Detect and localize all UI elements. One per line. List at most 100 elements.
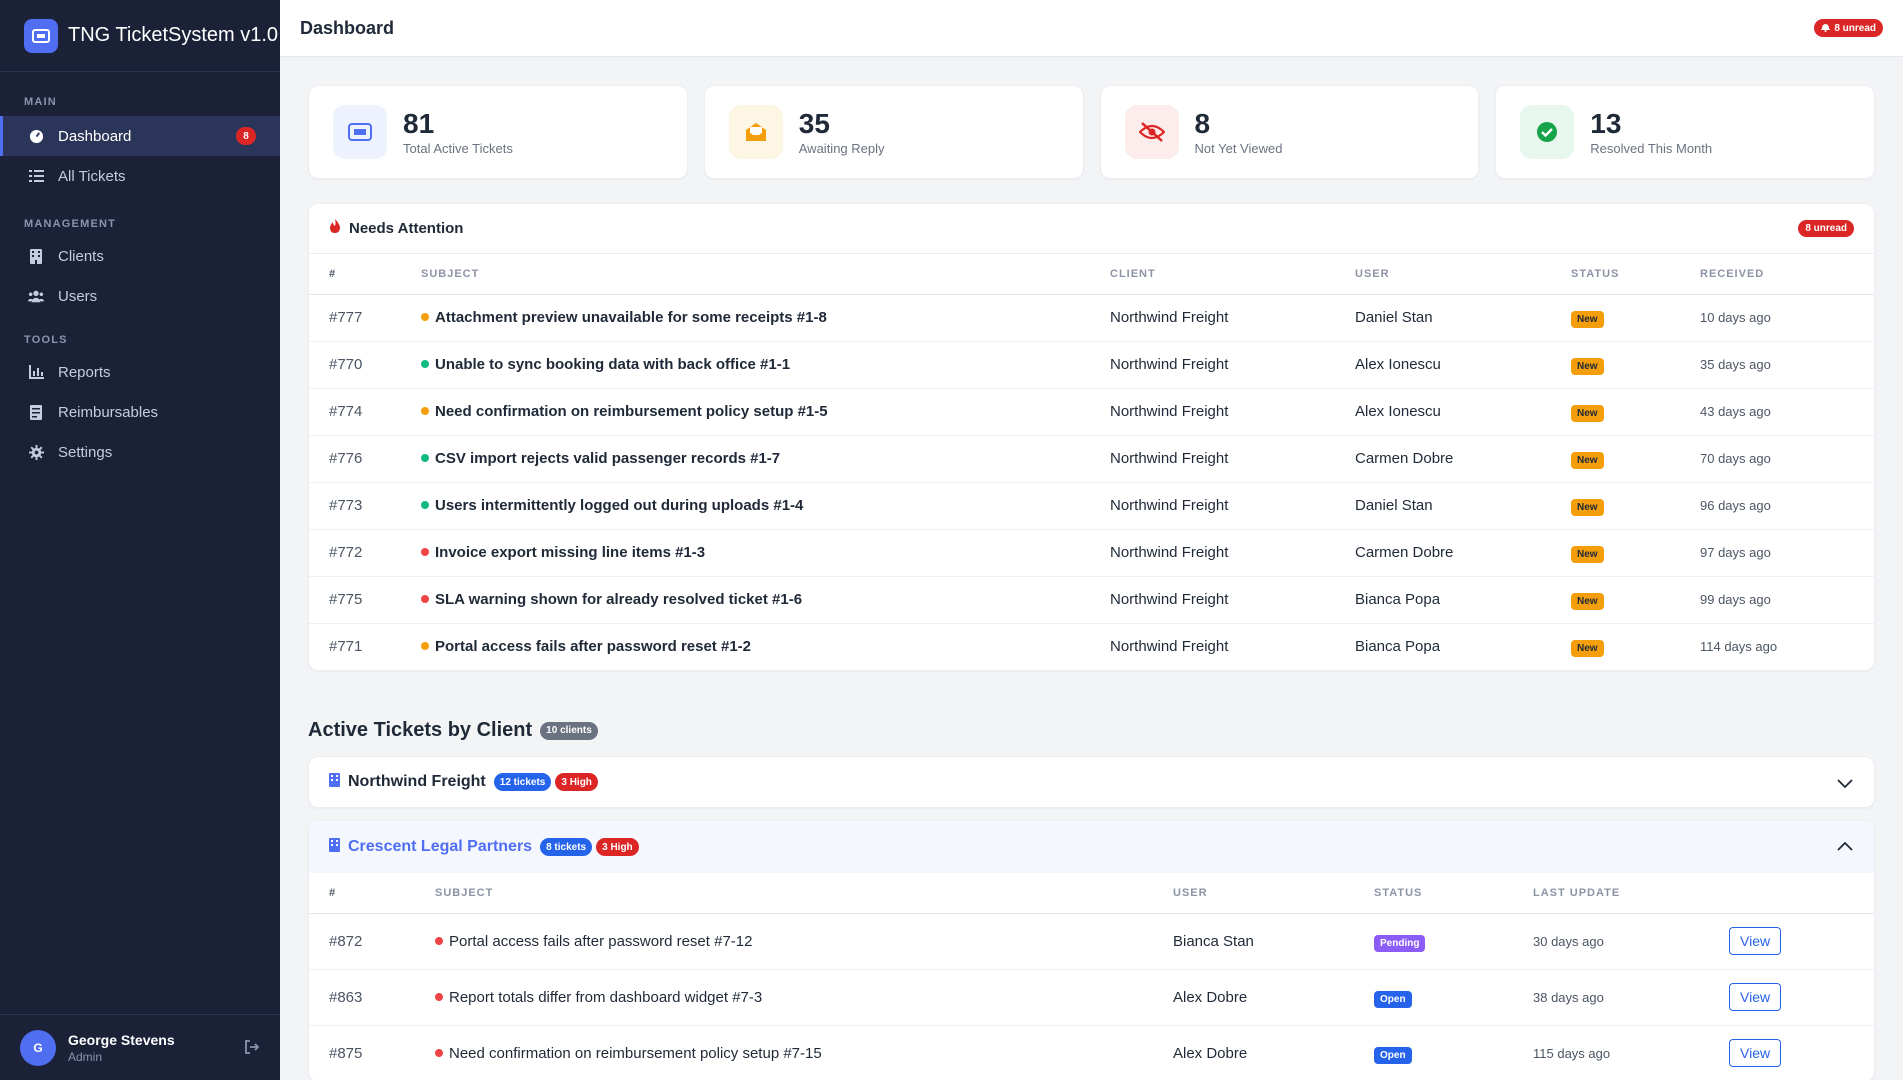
sidebar-item-all-tickets[interactable]: All Tickets [0, 156, 280, 196]
table-row[interactable]: #774 Need confirmation on reimbursement p… [309, 388, 1874, 436]
action-cell: View [1729, 969, 1874, 1026]
status-badge: Open [1374, 990, 1412, 1008]
sidebar-item-reimbursables[interactable]: Reimbursables [0, 392, 280, 432]
col-header: STATUS [1374, 873, 1533, 914]
fire-icon [329, 219, 341, 238]
table-row[interactable]: #863 Report totals differ from dashboard … [309, 969, 1874, 1026]
table-row[interactable]: #771 Portal access fails after password r… [309, 623, 1874, 670]
ticket-subject[interactable]: Users intermittently logged out during u… [421, 482, 1110, 530]
status-cell: New [1571, 294, 1700, 342]
ticket-received: 99 days ago [1700, 576, 1874, 624]
ticket-subject[interactable]: Report totals differ from dashboard widg… [435, 969, 1173, 1026]
table-row[interactable]: #872 Portal access fails after password r… [309, 913, 1874, 970]
ticket-icon [333, 105, 387, 159]
view-button[interactable]: View [1729, 927, 1782, 955]
sidebar-item-settings[interactable]: Settings [0, 432, 280, 472]
sidebar-item-label: Users [58, 287, 98, 305]
subject-text: CSV import rejects valid passenger recor… [435, 450, 781, 467]
status-badge: New [1571, 546, 1604, 563]
ticket-client: Northwind Freight [1110, 435, 1355, 483]
page-title: Dashboard [300, 17, 395, 38]
stat-value: 13 [1590, 107, 1622, 139]
status-badge: New [1571, 358, 1604, 375]
app-title: TNG TicketSystem v1.0 [68, 24, 279, 46]
table-row[interactable]: #773 Users intermittently logged out duri… [309, 482, 1874, 530]
users-icon [28, 288, 44, 304]
priority-dot [435, 936, 443, 945]
section-header: Active Tickets by Client 10 clients [308, 719, 1875, 742]
stat-card-not-viewed[interactable]: 8 Not Yet Viewed [1099, 85, 1480, 179]
status-cell: Pending [1374, 913, 1533, 970]
col-header: USER [1355, 254, 1571, 295]
eye-slash-icon [1124, 105, 1179, 159]
ticket-id: #863 [309, 969, 435, 1026]
status-badge: New [1571, 499, 1604, 516]
view-button[interactable]: View [1729, 983, 1782, 1011]
ticket-client: Northwind Freight [1110, 294, 1355, 342]
logout-icon[interactable] [244, 1039, 260, 1060]
attention-table: # SUBJECT CLIENT USER STATUS RECEIVED #7… [309, 254, 1874, 670]
ticket-subject[interactable]: SLA warning shown for already resolved t… [421, 576, 1110, 624]
view-button[interactable]: View [1729, 1039, 1782, 1068]
building-icon [329, 772, 340, 792]
sidebar-item-dashboard[interactable]: Dashboard 8 [0, 116, 280, 156]
client-name: Crescent Legal Partners [348, 838, 533, 855]
table-row[interactable]: #770 Unable to sync booking data with bac… [309, 341, 1874, 389]
subject-text: Report totals differ from dashboard widg… [449, 988, 763, 1006]
ticket-client: Northwind Freight [1110, 576, 1355, 624]
stat-label: Not Yet Viewed [1194, 140, 1283, 156]
main-content: 81 Total Active Tickets 35 Awaiting Repl… [280, 57, 1903, 1080]
ticket-user: Alex Dobre [1173, 1044, 1248, 1062]
priority-dot [421, 360, 429, 369]
table-row[interactable]: #777 Attachment preview unavailable for s… [309, 294, 1874, 342]
ticket-received: 10 days ago [1700, 294, 1874, 342]
stat-card-resolved[interactable]: 13 Resolved This Month [1495, 85, 1875, 179]
ticket-subject[interactable]: Need confirmation on reimbursement polic… [421, 388, 1110, 436]
ticket-user: Bianca Popa [1355, 576, 1571, 624]
ticket-subject[interactable]: Attachment preview unavailable for some … [421, 294, 1110, 342]
ticket-subject[interactable]: CSV import rejects valid passenger recor… [421, 435, 1110, 483]
ticket-subject[interactable]: Portal access fails after password reset… [435, 913, 1173, 970]
ticket-subject[interactable]: Need confirmation on reimbursement polic… [435, 1025, 1173, 1080]
high-badge: 3 High [596, 838, 639, 856]
check-circle-icon [1520, 105, 1575, 159]
priority-dot [421, 548, 429, 557]
table-row[interactable]: #772 Invoice export missing line items #1… [309, 529, 1874, 577]
sidebar-item-reports[interactable]: Reports [0, 352, 280, 392]
brand[interactable]: TNG TicketSystem v1.0 [0, 0, 280, 72]
subject-text: Users intermittently logged out during u… [435, 497, 804, 514]
ticket-subject[interactable]: Unable to sync booking data with back of… [421, 341, 1110, 389]
subject-text: Need confirmation on reimbursement polic… [449, 1044, 822, 1062]
stat-card-awaiting-reply[interactable]: 35 Awaiting Reply [703, 85, 1084, 179]
stat-card-total-active[interactable]: 81 Total Active Tickets [308, 85, 688, 179]
notifications-badge[interactable]: 8 unread [1814, 19, 1883, 37]
client-accordion-northwind[interactable]: Northwind Freight 12 tickets 3 High [308, 756, 1875, 808]
ticket-id: #775 [309, 576, 421, 624]
sidebar-item-users[interactable]: Users [0, 276, 280, 316]
user-profile[interactable]: G George Stevens Admin [0, 1014, 280, 1080]
priority-dot [435, 1048, 443, 1057]
nav-section-management: MANAGEMENT [24, 218, 117, 230]
col-header: SUBJECT [435, 873, 1173, 914]
priority-dot [421, 501, 429, 510]
table-row[interactable]: #775 SLA warning shown for already resolv… [309, 576, 1874, 624]
ticket-client: Northwind Freight [1110, 388, 1355, 436]
col-header: STATUS [1571, 254, 1700, 295]
client-accordion-header[interactable]: Crescent Legal Partners 8 tickets 3 High [309, 821, 1874, 873]
ticket-subject[interactable]: Invoice export missing line items #1-3 [421, 529, 1110, 577]
ticket-subject[interactable]: Portal access fails after password reset… [421, 623, 1110, 670]
sidebar-item-clients[interactable]: Clients [0, 236, 280, 276]
status-badge: Open [1374, 1046, 1412, 1064]
table-row[interactable]: #776 CSV import rejects valid passenger r… [309, 435, 1874, 483]
gauge-icon [28, 128, 44, 144]
chevron-down-icon[interactable] [1836, 774, 1854, 797]
status-badge: New [1571, 311, 1604, 328]
sidebar-item-label: Dashboard [58, 127, 132, 145]
table-row[interactable]: #875 Need confirmation on reimbursement p… [309, 1025, 1874, 1080]
subject-text: Invoice export missing line items #1-3 [435, 544, 706, 561]
chevron-up-icon[interactable] [1836, 838, 1854, 861]
stat-value: 35 [798, 107, 830, 139]
col-header: LAST UPDATE [1533, 873, 1729, 914]
ticket-id: #875 [329, 1044, 363, 1062]
ticket-last-update: 30 days ago [1533, 913, 1729, 970]
